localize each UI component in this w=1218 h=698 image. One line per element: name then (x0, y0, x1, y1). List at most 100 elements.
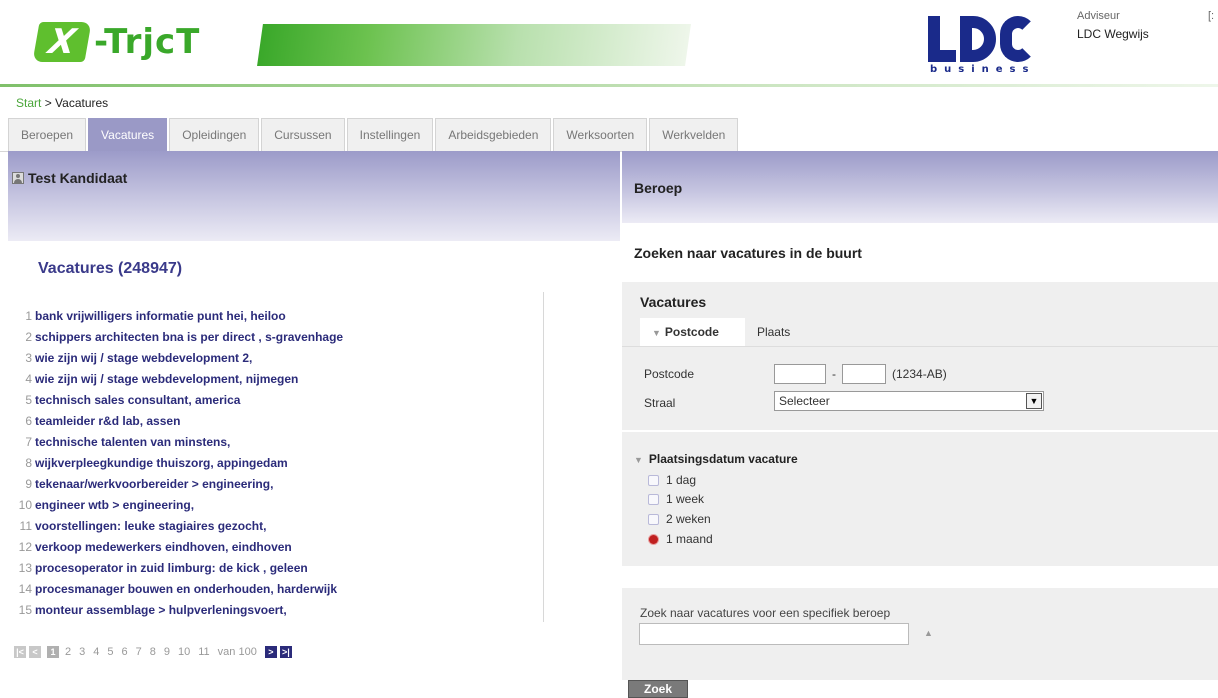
triangle-down-icon: ▼ (652, 328, 661, 338)
list-item: 15 monteur assemblage > hulpverleningsvoe… (18, 600, 343, 621)
date-option-label: 1 dag (666, 473, 697, 487)
item-number: 12 (18, 540, 32, 554)
ldc-logo-letters (928, 14, 1038, 62)
date-option-2-weken[interactable]: 2 weken (648, 511, 711, 527)
vacancy-link[interactable]: wie zijn wij / stage webdevelopment, nij… (35, 372, 298, 386)
beroep-title: Beroep (634, 180, 683, 196)
ldc-subtitle: business (930, 64, 1036, 75)
vacancy-link[interactable]: procesoperator in zuid limburg: de kick … (35, 561, 308, 575)
item-number: 6 (25, 414, 32, 428)
postcode-letters-input[interactable] (842, 364, 886, 384)
next-page-button[interactable]: > (264, 646, 277, 658)
vacancy-link[interactable]: engineer wtb > engineering, (35, 498, 194, 512)
item-number: 8 (25, 456, 32, 470)
page-link[interactable]: 11 (198, 646, 209, 658)
vacancy-link[interactable]: schippers architecten bna is per direct … (35, 330, 343, 344)
ldc-letter-c (1000, 16, 1036, 62)
page-link[interactable]: 7 (136, 646, 142, 658)
beroep-header (622, 151, 1218, 223)
prev-page-button[interactable]: < (29, 646, 41, 658)
postcode-hint: (1234-AB) (892, 367, 947, 381)
subtab-postcode-label: Postcode (664, 325, 719, 339)
tab-beroepen[interactable]: Beroepen (8, 118, 87, 151)
tab-werkvelden[interactable]: Werkvelden (649, 118, 739, 151)
page-link[interactable]: 4 (93, 646, 99, 658)
main-tabs: Beroepen Vacatures Opleidingen Cursussen… (8, 118, 740, 151)
page-link[interactable]: 3 (79, 646, 85, 658)
item-number: 5 (25, 393, 32, 407)
vacancy-link[interactable]: tekenaar/werkvoorbereider > engineering, (35, 477, 273, 491)
straal-select[interactable]: Selecteer ▼ (774, 391, 1044, 411)
vacancy-link[interactable]: procesmanager bouwen en onderhouden, har… (35, 582, 337, 596)
postcode-label: Postcode (644, 367, 695, 381)
chevron-down-icon[interactable]: ▼ (1026, 393, 1042, 409)
item-number: 2 (25, 330, 32, 344)
page-link[interactable]: 10 (178, 646, 190, 658)
subtab-postcode[interactable]: ▼ Postcode (640, 318, 745, 346)
current-page: 1 (47, 646, 59, 658)
date-option-1-week[interactable]: 1 week (648, 491, 704, 507)
vacancy-link[interactable]: technische talenten van minstens, (35, 435, 230, 449)
date-option-1-dag[interactable]: 1 dag (648, 472, 696, 488)
adviseur-name: LDC Wegwijs (1077, 27, 1149, 41)
vacancy-link[interactable]: bank vrijwilligers informatie punt hei, … (35, 309, 286, 323)
pagination: |< < 1 2 3 4 5 6 7 8 9 10 11 van 100 > >… (14, 646, 295, 658)
vacancy-link[interactable]: verkoop medewerkers eindhoven, eindhoven (35, 540, 292, 554)
nearby-search-title: Zoeken naar vacatures in de buurt (634, 245, 862, 261)
vacancy-link[interactable]: monteur assemblage > hulpverleningsvoert… (35, 603, 287, 617)
checkbox[interactable] (648, 493, 659, 505)
logout-icon[interactable]: [: (1208, 10, 1214, 22)
breadcrumb-start-link[interactable]: Start (16, 96, 41, 110)
checkbox[interactable] (648, 513, 659, 525)
list-item: 7 technische talenten van minstens, (18, 432, 343, 453)
list-item: 12 verkoop medewerkers eindhoven, eindhov… (18, 537, 343, 558)
tab-instellingen[interactable]: Instellingen (346, 118, 434, 151)
item-number: 7 (25, 435, 32, 449)
item-number: 3 (25, 351, 32, 365)
page-link[interactable]: 9 (164, 646, 170, 658)
candidate-header (8, 151, 620, 241)
header-divider (0, 84, 1218, 87)
last-page-button[interactable]: >| (279, 646, 292, 658)
breadcrumb: Start > Vacatures (16, 96, 108, 110)
zoek-button[interactable]: Zoek (628, 680, 688, 698)
vacancy-link[interactable]: teamleider r&d lab, assen (35, 414, 180, 428)
list-item: 10 engineer wtb > engineering, (18, 495, 343, 516)
vacancy-link[interactable]: technisch sales consultant, america (35, 393, 240, 407)
list-item: 13 procesoperator in zuid limburg: de kic… (18, 558, 343, 579)
tab-opleidingen[interactable]: Opleidingen (169, 118, 260, 151)
plaatsingsdatum-label: Plaatsingsdatum vacature (648, 452, 798, 466)
first-page-button[interactable]: |< (14, 646, 26, 658)
tab-arbeidsgebieden[interactable]: Arbeidsgebieden (435, 118, 552, 151)
list-divider (543, 292, 544, 622)
item-number: 10 (18, 498, 32, 512)
user-icon[interactable] (12, 172, 24, 184)
beroep-search-input[interactable] (639, 623, 909, 645)
vacancy-link[interactable]: wijkverpleegkundige thuiszorg, appingeda… (35, 456, 288, 470)
item-number: 9 (25, 477, 32, 491)
header-banner-stripe (257, 24, 691, 66)
postcode-digits-input[interactable] (774, 364, 826, 384)
subtab-plaats[interactable]: Plaats (745, 318, 802, 346)
page-link[interactable]: 8 (150, 646, 156, 658)
xtrajct-logo[interactable]: X -TrjcT (32, 20, 200, 64)
list-item: 6 teamleider r&d lab, assen (18, 411, 343, 432)
selected-radio[interactable] (649, 534, 658, 544)
item-number: 13 (18, 561, 32, 575)
item-number: 4 (25, 372, 32, 386)
ldc-letter-d (960, 16, 996, 62)
date-option-1-maand[interactable]: 1 maand (648, 531, 713, 547)
triangle-up-icon[interactable]: ▲ (924, 628, 933, 638)
vacancy-link[interactable]: voorstellingen: leuke stagiaires gezocht… (35, 519, 266, 533)
candidate-title: Test Kandidaat (12, 170, 127, 186)
tab-werksoorten[interactable]: Werksoorten (553, 118, 648, 151)
adviseur-label: Adviseur (1077, 10, 1120, 22)
page-link[interactable]: 5 (107, 646, 113, 658)
vacancy-link[interactable]: wie zijn wij / stage webdevelopment 2, (35, 351, 252, 365)
date-option-label: 1 week (666, 492, 705, 506)
page-link[interactable]: 2 (65, 646, 71, 658)
tab-vacatures[interactable]: Vacatures (88, 118, 168, 151)
checkbox[interactable] (648, 474, 659, 486)
page-link[interactable]: 6 (122, 646, 128, 658)
tab-cursussen[interactable]: Cursussen (261, 118, 345, 151)
